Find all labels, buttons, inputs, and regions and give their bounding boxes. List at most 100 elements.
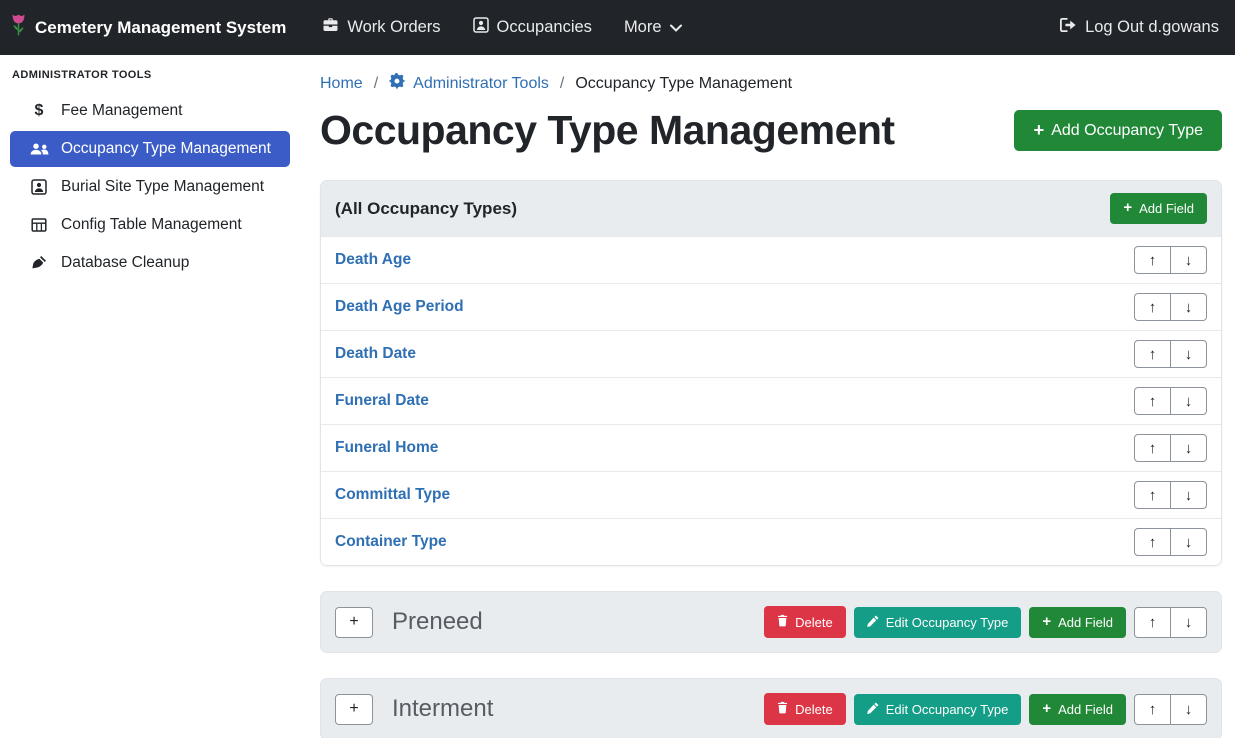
sidebar-item-config-table-management[interactable]: Config Table Management bbox=[10, 207, 290, 243]
pencil-icon bbox=[867, 615, 879, 630]
reorder-buttons: ↑ ↓ bbox=[1134, 528, 1207, 556]
move-up-button[interactable]: ↑ bbox=[1134, 293, 1171, 321]
sidebar-item-burial-site-type-management[interactable]: Burial Site Type Management bbox=[10, 169, 290, 205]
reorder-buttons: ↑ ↓ bbox=[1134, 387, 1207, 415]
add-occupancy-type-label: Add Occupancy Type bbox=[1051, 122, 1203, 140]
move-down-button[interactable]: ↓ bbox=[1170, 246, 1207, 274]
expand-button[interactable]: + bbox=[335, 607, 373, 638]
delete-button[interactable]: Delete bbox=[764, 693, 846, 725]
nav-work-orders[interactable]: Work Orders bbox=[322, 17, 440, 38]
move-up-button[interactable]: ↑ bbox=[1134, 434, 1171, 462]
field-link-committal-type[interactable]: Committal Type bbox=[335, 486, 450, 504]
section-name: Preneed bbox=[392, 608, 483, 636]
edit-label: Edit Occupancy Type bbox=[886, 702, 1009, 717]
field-link-death-date[interactable]: Death Date bbox=[335, 345, 416, 363]
tulip-logo-icon bbox=[10, 13, 27, 43]
nav-more[interactable]: More bbox=[624, 18, 682, 37]
move-down-button[interactable]: ↓ bbox=[1170, 481, 1207, 509]
reorder-buttons: ↑ ↓ bbox=[1134, 340, 1207, 368]
add-field-button[interactable]: + Add Field bbox=[1029, 607, 1126, 638]
sidebar-item-label: Burial Site Type Management bbox=[61, 178, 264, 196]
move-up-button[interactable]: ↑ bbox=[1134, 387, 1171, 415]
edit-occupancy-type-button[interactable]: Edit Occupancy Type bbox=[854, 607, 1022, 638]
field-link-funeral-date[interactable]: Funeral Date bbox=[335, 392, 429, 410]
move-down-button[interactable]: ↓ bbox=[1170, 528, 1207, 556]
nav-work-orders-label: Work Orders bbox=[347, 18, 440, 37]
broom-icon bbox=[28, 255, 50, 271]
move-down-button[interactable]: ↓ bbox=[1170, 340, 1207, 368]
section-actions: Delete Edit Occupancy Type + Add Field ↑ bbox=[764, 693, 1207, 725]
section-interment: + Interment Delete bbox=[320, 678, 1222, 738]
move-up-button[interactable]: ↑ bbox=[1134, 694, 1171, 725]
add-field-button[interactable]: + Add Field bbox=[1029, 694, 1126, 725]
breadcrumb-home[interactable]: Home bbox=[320, 75, 363, 93]
sidebar-heading: Administrator Tools bbox=[10, 67, 290, 93]
field-link-death-age[interactable]: Death Age bbox=[335, 251, 411, 269]
sidebar-item-occupancy-type-management[interactable]: Occupancy Type Management bbox=[10, 131, 290, 167]
pencil-icon bbox=[867, 702, 879, 717]
nav-logout-label: Log Out d.gowans bbox=[1085, 18, 1219, 37]
section-preneed: + Preneed Delete bbox=[320, 591, 1222, 653]
app-brand[interactable]: Cemetery Management System bbox=[10, 13, 286, 43]
move-down-button[interactable]: ↓ bbox=[1170, 694, 1207, 725]
reorder-buttons: ↑ ↓ bbox=[1134, 481, 1207, 509]
expand-button[interactable]: + bbox=[335, 694, 373, 725]
move-down-button[interactable]: ↓ bbox=[1170, 293, 1207, 321]
breadcrumb-administrator-tools[interactable]: Administrator Tools bbox=[389, 73, 549, 95]
move-down-button[interactable]: ↓ bbox=[1170, 387, 1207, 415]
plus-icon: + bbox=[1042, 615, 1051, 630]
dollar-icon: $ bbox=[28, 102, 50, 120]
breadcrumb-separator: / bbox=[374, 75, 378, 93]
breadcrumb: Home / Administrator Tools / Occupancy T… bbox=[320, 73, 1222, 95]
nav-occupancies[interactable]: Occupancies bbox=[473, 17, 592, 38]
add-occupancy-type-button[interactable]: + Add Occupancy Type bbox=[1014, 110, 1222, 150]
field-link-funeral-home[interactable]: Funeral Home bbox=[335, 439, 438, 457]
sidebar-item-fee-management[interactable]: $ Fee Management bbox=[10, 93, 290, 129]
trash-icon bbox=[777, 614, 788, 630]
sidebar-item-label: Config Table Management bbox=[61, 216, 242, 234]
work-orders-icon bbox=[322, 17, 339, 38]
brand-text: Cemetery Management System bbox=[35, 18, 286, 38]
move-up-button[interactable]: ↑ bbox=[1134, 607, 1171, 638]
sidebar-item-label: Occupancy Type Management bbox=[61, 140, 271, 158]
delete-label: Delete bbox=[795, 615, 833, 630]
reorder-buttons: ↑ ↓ bbox=[1134, 694, 1207, 725]
logout-icon bbox=[1059, 17, 1077, 38]
plus-icon: + bbox=[1042, 702, 1051, 717]
nav-logout[interactable]: Log Out d.gowans bbox=[1059, 17, 1219, 38]
gear-icon bbox=[389, 73, 406, 95]
all-types-card-header: (All Occupancy Types) + Add Field bbox=[321, 181, 1221, 236]
field-row: Committal Type ↑ ↓ bbox=[321, 471, 1221, 518]
field-row: Container Type ↑ ↓ bbox=[321, 518, 1221, 565]
move-up-button[interactable]: ↑ bbox=[1134, 340, 1171, 368]
plus-icon: + bbox=[1123, 201, 1132, 216]
reorder-buttons: ↑ ↓ bbox=[1134, 434, 1207, 462]
burial-site-icon bbox=[28, 179, 50, 195]
page-header: Occupancy Type Management + Add Occupanc… bbox=[320, 107, 1222, 154]
breadcrumb-current: Occupancy Type Management bbox=[575, 75, 792, 93]
add-field-label: Add Field bbox=[1058, 615, 1113, 630]
move-up-button[interactable]: ↑ bbox=[1134, 481, 1171, 509]
add-field-button[interactable]: + Add Field bbox=[1110, 193, 1207, 224]
users-icon bbox=[28, 142, 50, 156]
move-up-button[interactable]: ↑ bbox=[1134, 528, 1171, 556]
add-field-label: Add Field bbox=[1139, 201, 1194, 216]
edit-label: Edit Occupancy Type bbox=[886, 615, 1009, 630]
delete-label: Delete bbox=[795, 702, 833, 717]
move-down-button[interactable]: ↓ bbox=[1170, 434, 1207, 462]
field-row: Funeral Home ↑ ↓ bbox=[321, 424, 1221, 471]
all-occupancy-types-card: (All Occupancy Types) + Add Field Death … bbox=[320, 180, 1222, 566]
field-link-container-type[interactable]: Container Type bbox=[335, 533, 447, 551]
section-name: Interment bbox=[392, 695, 493, 723]
sidebar-item-database-cleanup[interactable]: Database Cleanup bbox=[10, 245, 290, 281]
main-content: Home / Administrator Tools / Occupancy T… bbox=[300, 55, 1235, 738]
edit-occupancy-type-button[interactable]: Edit Occupancy Type bbox=[854, 694, 1022, 725]
chevron-down-icon bbox=[670, 18, 682, 37]
field-row: Death Age Period ↑ ↓ bbox=[321, 283, 1221, 330]
navbar-links: Work Orders Occupancies More bbox=[322, 17, 681, 38]
move-down-button[interactable]: ↓ bbox=[1170, 607, 1207, 638]
sidebar-item-label: Fee Management bbox=[61, 102, 183, 120]
field-link-death-age-period[interactable]: Death Age Period bbox=[335, 298, 464, 316]
move-up-button[interactable]: ↑ bbox=[1134, 246, 1171, 274]
delete-button[interactable]: Delete bbox=[764, 606, 846, 638]
